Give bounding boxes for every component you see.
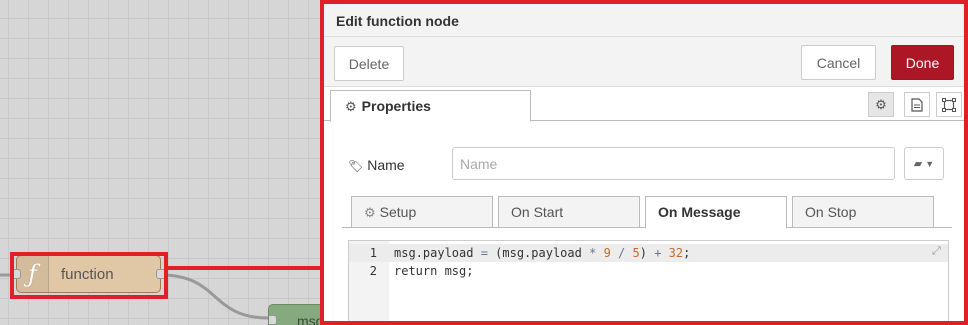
code-text: return msg; [394, 264, 474, 278]
code-text: msg.payload = (msg.payload * 9 / 5) + 32… [394, 246, 691, 260]
description-tab-icon[interactable] [904, 92, 930, 117]
name-input[interactable] [452, 147, 895, 180]
tray-tabbar: ⚙ Properties ⚙ [324, 87, 964, 122]
edit-tray: Edit function node Delete Cancel Done ⚙ P… [320, 0, 968, 325]
tab-setup-label: Setup [379, 204, 417, 220]
gear-icon: ⚙ [875, 96, 887, 112]
cancel-button[interactable]: Cancel [801, 45, 876, 80]
frame-icon [942, 97, 956, 112]
tab-on-message-label: On Message [658, 204, 741, 220]
tab-on-stop-label: On Stop [805, 204, 857, 220]
name-label: 🏷 Name [348, 157, 405, 173]
name-row: 🏷Name ▰▼ [324, 121, 964, 193]
delete-button[interactable]: Delete [334, 46, 404, 81]
tab-properties[interactable]: ⚙ Properties [330, 90, 531, 122]
tab-on-start-label: On Start [511, 204, 564, 220]
tray-toolbar: Delete Cancel Done [324, 37, 964, 87]
node-settings-tab-icon[interactable]: ⚙ [868, 92, 894, 117]
name-label-text: Name [367, 157, 405, 173]
name-options-button[interactable]: ▰ ▼ [904, 147, 944, 180]
document-icon [911, 97, 923, 112]
line-number: 2 [369, 264, 377, 278]
debug-node[interactable]: msg [268, 304, 328, 325]
caret-down-icon: ▼ [925, 158, 935, 169]
done-button[interactable]: Done [891, 45, 954, 80]
expand-icon[interactable]: ⤢ [932, 245, 944, 257]
tab-setup[interactable]: ⚙ Setup [351, 196, 493, 228]
tray-title: Edit function node [324, 4, 964, 37]
debug-input-port[interactable] [269, 315, 277, 325]
gear-icon: ⚙ [364, 205, 376, 220]
highlight-box-node [10, 252, 168, 299]
line-number: 1 [369, 246, 377, 260]
code-line[interactable]: 2 return msg; [349, 262, 948, 280]
code-editor[interactable]: 1 msg.payload = (msg.payload * 9 / 5) + 3… [348, 240, 949, 321]
book-icon: ▰ [913, 158, 923, 170]
tab-properties-label: Properties [361, 98, 431, 114]
tab-on-message[interactable]: On Message [645, 196, 787, 229]
appearance-tab-icon[interactable] [936, 92, 962, 117]
highlight-connector [165, 266, 325, 270]
code-line[interactable]: 1 msg.payload = (msg.payload * 9 / 5) + 3… [349, 244, 948, 262]
tab-on-stop[interactable]: On Stop [792, 196, 934, 228]
tag-icon: 🏷 [348, 159, 364, 173]
function-subtabs: ⚙ Setup On Start On Message On Stop [342, 196, 952, 229]
wire-function-to-debug [160, 273, 269, 320]
gear-icon: ⚙ [345, 99, 357, 114]
tab-on-start[interactable]: On Start [498, 196, 640, 228]
